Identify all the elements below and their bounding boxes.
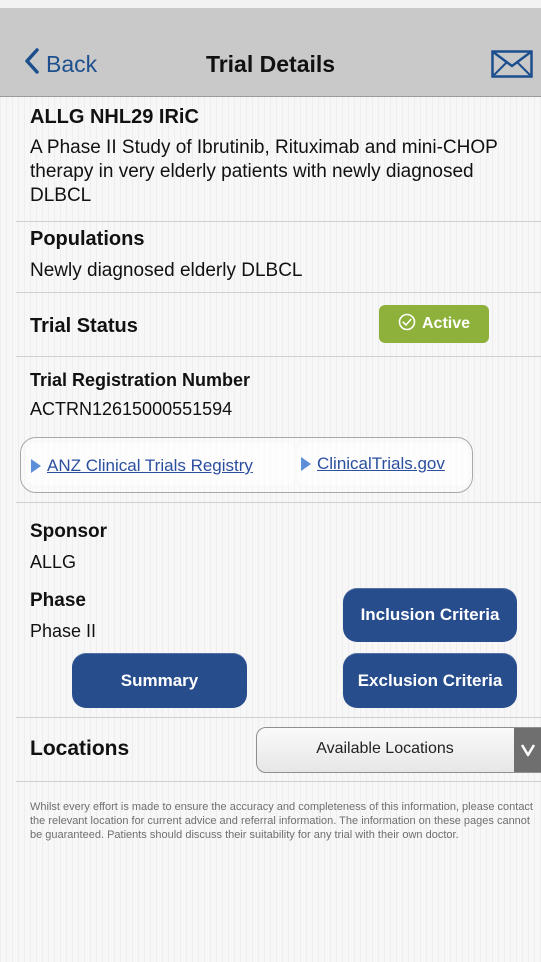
- status-badge: Active: [379, 305, 489, 343]
- divider: [16, 292, 541, 293]
- status-bar-area: [0, 0, 541, 8]
- trial-code: ALLG NHL29 IRiC: [30, 106, 199, 128]
- phase-heading: Phase: [30, 590, 86, 611]
- anz-registry-link[interactable]: ANZ Clinical Trials Registry: [31, 456, 253, 476]
- trial-details-page: Back Trial Details ALLG NHL29 IRiC A Pha…: [0, 8, 541, 962]
- trial-status-heading: Trial Status: [30, 315, 138, 337]
- check-circle-icon: [398, 313, 422, 336]
- divider: [16, 781, 541, 782]
- trial-description: A Phase II Study of Ibrutinib, Rituximab…: [30, 137, 498, 206]
- anz-registry-link-label: ANZ Clinical Trials Registry: [47, 456, 253, 475]
- triangle-right-icon: [31, 459, 41, 473]
- triangle-right-icon: [301, 457, 311, 471]
- disclaimer-text: Whilst every effort is made to ensure th…: [30, 801, 533, 841]
- status-badge-label: Active: [421, 315, 471, 332]
- locations-dropdown[interactable]: Available Locations: [256, 727, 541, 773]
- chevron-down-icon[interactable]: [514, 728, 541, 772]
- registration-heading: Trial Registration Number: [30, 370, 251, 390]
- populations-heading: Populations: [30, 228, 145, 250]
- divider: [16, 356, 541, 357]
- sponsor-value: ALLG: [30, 552, 77, 572]
- divider: [16, 221, 541, 222]
- locations-dropdown-value: Available Locations: [316, 740, 454, 757]
- clinicaltrials-link-label: ClinicalTrials.gov: [317, 454, 445, 473]
- exclusion-criteria-button[interactable]: Exclusion Criteria: [343, 653, 517, 708]
- page-title: Trial Details: [205, 51, 336, 77]
- locations-heading: Locations: [30, 737, 130, 760]
- registration-number: ACTRN12615000551594: [30, 399, 233, 419]
- nav-bar: Back Trial Details: [0, 8, 541, 97]
- clinicaltrials-link[interactable]: ClinicalTrials.gov: [301, 454, 445, 474]
- divider: [16, 717, 541, 718]
- populations-value: Newly diagnosed elderly DLBCL: [30, 260, 303, 281]
- summary-button[interactable]: Summary: [72, 653, 247, 708]
- divider: [16, 502, 541, 503]
- sponsor-heading: Sponsor: [30, 521, 108, 542]
- mail-icon[interactable]: [491, 50, 533, 83]
- registry-links-box: ANZ Clinical Trials Registry ClinicalTri…: [20, 437, 473, 493]
- inclusion-criteria-button[interactable]: Inclusion Criteria: [343, 588, 517, 642]
- phase-value: Phase II: [30, 621, 97, 641]
